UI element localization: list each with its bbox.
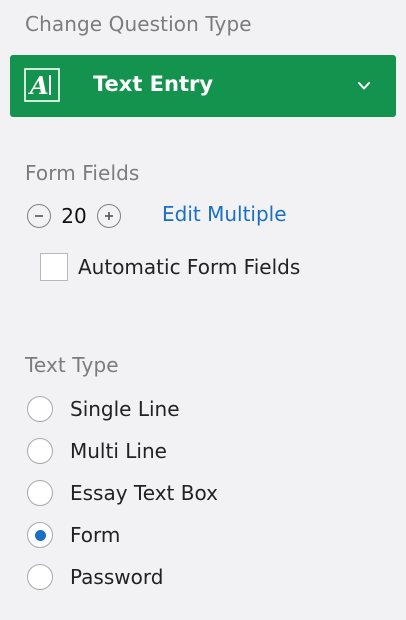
radio-button[interactable] [27,438,53,464]
svg-text:A: A [28,71,49,100]
question-type-dropdown[interactable]: A Text Entry [10,55,396,117]
text-entry-icon: A [24,68,60,102]
radio-option-multi-line[interactable]: Multi Line [27,438,167,464]
increment-button[interactable] [97,204,121,228]
question-type-label: Text Entry [93,72,214,96]
radio-label: Password [70,565,164,589]
automatic-form-fields-checkbox[interactable] [40,253,68,281]
radio-label: Essay Text Box [70,481,218,505]
edit-multiple-link[interactable]: Edit Multiple [162,202,287,226]
radio-button-selected[interactable] [27,522,53,548]
decrement-button[interactable] [27,204,51,228]
form-fields-stepper: 20 [27,202,121,230]
radio-label: Form [70,523,121,547]
automatic-form-fields-option[interactable]: Automatic Form Fields [40,253,300,281]
radio-label: Multi Line [70,439,167,463]
radio-label: Single Line [70,397,180,421]
question-type-panel: Change Question Type A Text Entry Form F… [0,0,406,620]
radio-option-form[interactable]: Form [27,522,120,548]
chevron-down-icon [357,78,371,92]
radio-button[interactable] [27,480,53,506]
change-question-type-title: Change Question Type [25,12,252,36]
form-fields-title: Form Fields [25,161,140,185]
automatic-form-fields-label: Automatic Form Fields [78,255,301,279]
minus-icon [35,215,43,217]
radio-button[interactable] [27,564,53,590]
plus-icon [105,212,113,220]
form-fields-count[interactable]: 20 [51,204,97,228]
radio-option-essay-text-box[interactable]: Essay Text Box [27,480,218,506]
radio-selected-dot [34,529,46,541]
radio-option-single-line[interactable]: Single Line [27,396,180,422]
radio-option-password[interactable]: Password [27,564,163,590]
radio-button[interactable] [27,396,53,422]
text-type-title: Text Type [25,353,119,377]
